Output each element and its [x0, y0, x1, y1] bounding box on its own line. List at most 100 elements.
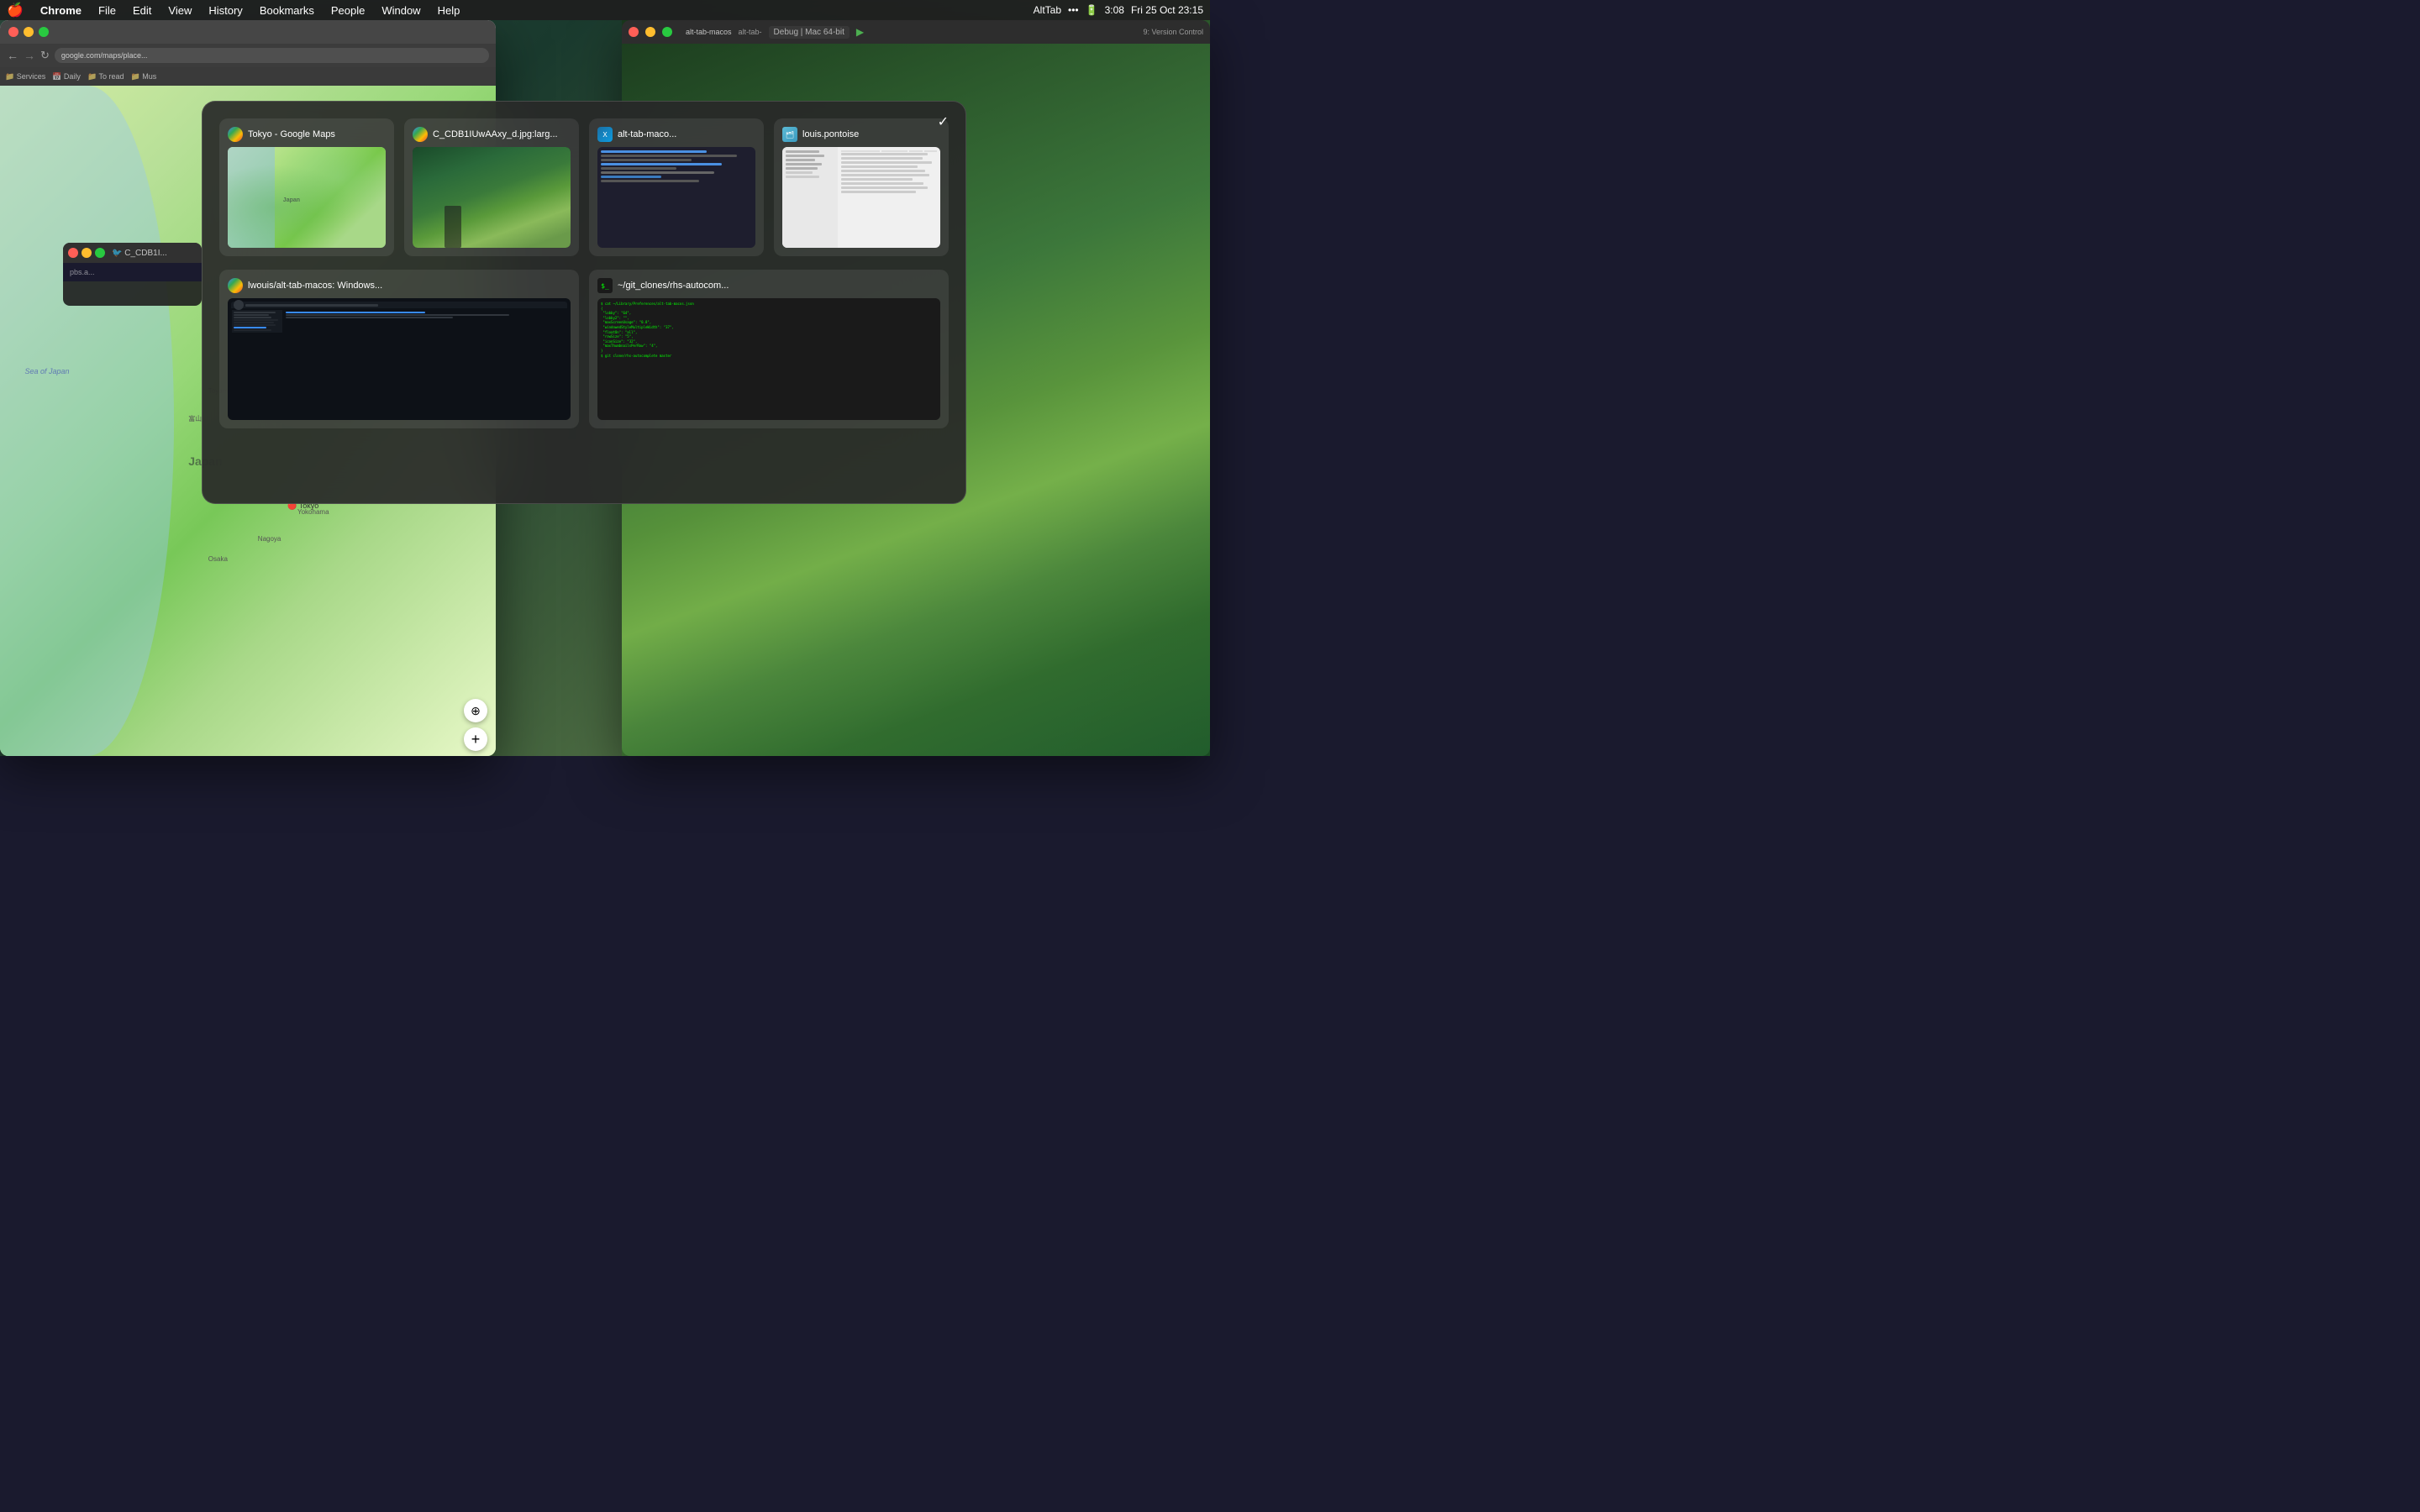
alttab-item-header-github: lwouis/alt-tab-macos: Windows... [228, 278, 571, 293]
alttab-item-github[interactable]: lwouis/alt-tab-macos: Windows... [219, 270, 579, 428]
twitter-url: pbs.a... [66, 266, 198, 278]
alttab-title-github: lwouis/alt-tab-macos: Windows... [248, 281, 382, 291]
run-button[interactable]: ▶ [856, 26, 864, 38]
alttab-menubar-label[interactable]: AltTab [1034, 4, 1061, 16]
osaka-label: Osaka [208, 555, 228, 563]
forward-btn[interactable]: → [24, 49, 35, 62]
alttab-item-header-terminal: $_ ~/git_clones/rhs-autocom... [597, 278, 940, 293]
alttab-checkmark: ✓ [938, 113, 949, 130]
alttab-item-tokyo-maps[interactable]: Tokyo - Google Maps Japan [219, 118, 394, 256]
twitter-titlebar: 🐦 C_CDB1I... [63, 243, 202, 263]
menubar-time: 3:08 [1105, 4, 1124, 16]
menubar-dots: ••• [1068, 4, 1079, 16]
xcode-project-name: alt-tab-macos [686, 28, 732, 36]
twitter-title: 🐦 C_CDB1I... [112, 249, 167, 258]
menubar-app-name[interactable]: Chrome [34, 3, 88, 18]
terminal-text-content: $ cat ~/Library/Preferences/alt-tab-maco… [601, 302, 937, 358]
bookmark-music[interactable]: 📁 Mus [131, 72, 157, 81]
apple-menu[interactable]: 🍎 [7, 2, 24, 18]
alttab-title-anime: C_CDB1IUwAAxy_d.jpg:larg... [433, 129, 558, 139]
alttab-item-anime[interactable]: C_CDB1IUwAAxy_d.jpg:larg... [404, 118, 579, 256]
finder-thumbnail [782, 147, 940, 248]
menubar-people[interactable]: People [324, 3, 371, 18]
terminal-icon: $_ [597, 278, 613, 293]
xcode-min[interactable] [645, 27, 655, 37]
menubar-help[interactable]: Help [431, 3, 467, 18]
terminal-icon-text: $_ [601, 282, 609, 290]
menubar-bookmarks[interactable]: Bookmarks [253, 3, 321, 18]
alttab-grid-top: Tokyo - Google Maps Japan C_CDB1IUwAAxy_… [219, 118, 949, 256]
menubar: 🍎 Chrome File Edit View History Bookmark… [0, 0, 1210, 20]
address-bar-url[interactable]: google.com/maps/place... [61, 51, 148, 60]
reload-btn[interactable]: ↻ [40, 49, 50, 62]
terminal-thumbnail: $ cat ~/Library/Preferences/alt-tab-maco… [597, 298, 940, 420]
menubar-items: Chrome File Edit View History Bookmarks … [34, 3, 466, 18]
finder-icon-face: 🗂 [786, 131, 794, 139]
xcode-scheme: alt-tab- [739, 28, 762, 36]
sea-japan-label: Sea of Japan [25, 367, 70, 375]
xcode-max[interactable] [662, 27, 672, 37]
twitter-close[interactable] [68, 248, 78, 258]
chrome-maps-titlebar [0, 20, 496, 44]
alttab-title-finder: louis.pontoise [802, 129, 859, 139]
xcode-close[interactable] [629, 27, 639, 37]
xcode-icon-text: X [602, 131, 607, 139]
version-control-label: 9: Version Control [1143, 28, 1203, 36]
xcode-icon: X [597, 127, 613, 142]
menubar-view[interactable]: View [161, 3, 198, 18]
twitter-min[interactable] [82, 248, 92, 258]
minimize-button[interactable] [24, 27, 34, 37]
alttab-item-terminal[interactable]: $_ ~/git_clones/rhs-autocom... $ cat ~/L… [589, 270, 949, 428]
menubar-date: Fri 25 Oct 23:15 [1131, 4, 1203, 16]
bookmark-toread[interactable]: 📁 To read [87, 72, 124, 81]
menubar-right: AltTab ••• 🔋 3:08 Fri 25 Oct 23:15 [1034, 4, 1203, 16]
github-thumbnail [228, 298, 571, 420]
alttab-title-maps: Tokyo - Google Maps [248, 129, 335, 139]
alttab-item-header-maps: Tokyo - Google Maps [228, 127, 386, 142]
location-icon: ⊕ [471, 704, 481, 718]
plus-icon: + [471, 731, 481, 748]
sea-area [0, 86, 174, 756]
back-btn[interactable]: ← [7, 49, 18, 62]
alttab-grid-bottom: lwouis/alt-tab-macos: Windows... [219, 270, 949, 428]
menubar-history[interactable]: History [202, 3, 249, 18]
alttab-title-terminal: ~/git_clones/rhs-autocom... [618, 281, 729, 291]
xcode-thumbnail [597, 147, 755, 248]
twitter-window: 🐦 C_CDB1I... pbs.a... [63, 243, 202, 306]
finder-sidebar [782, 147, 838, 248]
maps-thumbnail: Japan [228, 147, 386, 248]
chrome-icon-anime [413, 127, 428, 142]
alttab-preview-maps: Japan [228, 147, 386, 248]
finder-icon: 🗂 [782, 127, 797, 142]
alttab-item-header-xcode: X alt-tab-maco... [597, 127, 755, 142]
menubar-window[interactable]: Window [375, 3, 427, 18]
zoom-in-button[interactable]: + [464, 727, 487, 751]
menubar-file[interactable]: File [92, 3, 123, 18]
alttab-preview-anime [413, 147, 571, 248]
location-button[interactable]: ⊕ [464, 699, 487, 722]
close-button[interactable] [8, 27, 18, 37]
xcode-toolbar: alt-tab-macos alt-tab- Debug | Mac 64-bi… [622, 20, 1210, 44]
chrome-icon-github [228, 278, 243, 293]
alttab-overlay: ✓ Tokyo - Google Maps Japan C_CDB1IUwAAx… [202, 101, 966, 504]
alttab-item-xcode[interactable]: X alt-tab-maco... [589, 118, 764, 256]
nagoya-label: Nagoya [258, 535, 281, 543]
bookmark-daily[interactable]: 📅 Daily [52, 72, 81, 81]
alttab-preview-finder [782, 147, 940, 248]
alttab-preview-terminal: $ cat ~/Library/Preferences/alt-tab-maco… [597, 298, 940, 420]
maximize-button[interactable] [39, 27, 49, 37]
finder-file-list [838, 147, 940, 248]
alttab-item-header-anime: C_CDB1IUwAAxy_d.jpg:larg... [413, 127, 571, 142]
alttab-item-finder[interactable]: 🗂 louis.pontoise [774, 118, 949, 256]
toyama-kanji-label: 富山 [188, 414, 202, 423]
alttab-item-header-finder: 🗂 louis.pontoise [782, 127, 940, 142]
yokohama-label: Yokohama [297, 508, 329, 516]
xcode-debug-btn[interactable]: Debug | Mac 64-bit [769, 26, 850, 39]
alttab-preview-xcode [597, 147, 755, 248]
bookmark-services[interactable]: 📁 Services [5, 72, 45, 81]
menubar-battery: 🔋 [1086, 4, 1098, 16]
chrome-icon-maps [228, 127, 243, 142]
alttab-preview-github [228, 298, 571, 420]
twitter-max[interactable] [95, 248, 105, 258]
menubar-edit[interactable]: Edit [126, 3, 158, 18]
